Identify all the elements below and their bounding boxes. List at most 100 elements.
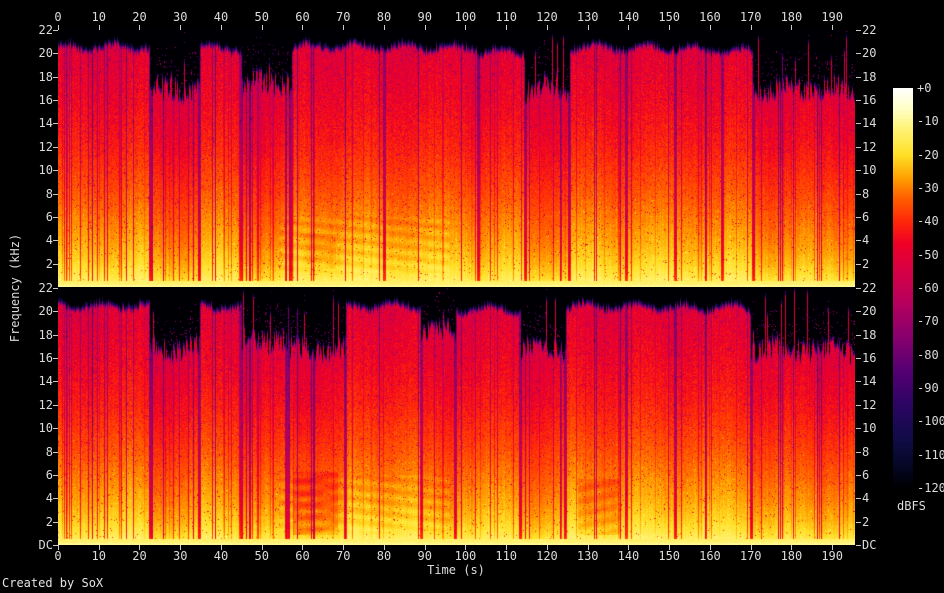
time-tick-mark xyxy=(506,545,508,550)
time-tick-mark xyxy=(546,545,548,550)
time-tick-label: 80 xyxy=(376,549,392,563)
freq-tick-label: 10 xyxy=(38,163,53,178)
freq-tick-label: 12 xyxy=(38,139,53,154)
freq-tick-mark xyxy=(53,76,58,78)
freq-tick-label: 2 xyxy=(862,514,870,529)
time-tick-label: 0 xyxy=(54,10,62,24)
time-tick-label: 170 xyxy=(739,549,762,563)
freq-tick-mark xyxy=(53,451,58,453)
freq-tick-label: 6 xyxy=(45,209,53,224)
freq-tick-mark xyxy=(856,263,861,265)
freq-tick-label: 4 xyxy=(45,491,53,506)
freq-tick-label: 20 xyxy=(862,46,877,61)
time-tick-mark xyxy=(58,545,59,550)
freq-tick-label: 22 xyxy=(862,23,877,37)
freq-tick-mark xyxy=(856,30,861,31)
freq-tick-mark xyxy=(856,498,861,500)
freq-tick-mark xyxy=(856,100,861,102)
freq-tick-mark xyxy=(856,76,861,78)
freq-tick-mark xyxy=(856,53,861,55)
time-tick-label: 70 xyxy=(335,549,351,563)
freq-tick-mark xyxy=(53,428,58,430)
time-tick-label: 190 xyxy=(821,10,844,24)
freq-tick-mark xyxy=(53,521,58,523)
freq-tick-label: 18 xyxy=(862,327,877,342)
time-tick-mark xyxy=(98,545,100,550)
time-tick-label: 150 xyxy=(658,10,681,24)
freq-tick-mark xyxy=(53,288,58,289)
time-tick-mark xyxy=(832,545,834,550)
freq-tick-mark xyxy=(856,358,861,360)
freq-tick-label: 10 xyxy=(38,421,53,436)
frequency-axis-title: Frequency (kHz) xyxy=(8,233,22,343)
time-tick-mark xyxy=(343,25,345,30)
freq-tick-mark xyxy=(856,123,861,125)
freq-tick-label: 16 xyxy=(862,93,877,108)
colorbar-tick-label: -20 xyxy=(917,147,939,162)
time-tick-mark xyxy=(98,25,100,30)
freq-tick-label: 14 xyxy=(38,116,53,131)
time-tick-label: 20 xyxy=(132,549,147,563)
freq-tick-label: 2 xyxy=(862,256,870,271)
time-tick-mark xyxy=(750,25,752,30)
colorbar-tick-label: -100 xyxy=(917,414,944,429)
time-tick-mark xyxy=(669,25,671,30)
freq-tick-mark xyxy=(856,193,861,195)
time-tick-mark xyxy=(506,25,508,30)
time-tick-label: 30 xyxy=(173,10,188,24)
colorbar-gradient xyxy=(893,88,913,488)
time-tick-mark xyxy=(261,25,263,30)
time-tick-label: 90 xyxy=(417,10,432,24)
freq-tick-mark xyxy=(53,30,58,31)
spectrogram-channel-1 xyxy=(58,30,855,287)
time-tick-mark xyxy=(180,545,182,550)
time-tick-label: 100 xyxy=(454,549,477,563)
time-tick-label: 120 xyxy=(536,549,558,563)
time-tick-mark xyxy=(750,545,752,550)
freq-tick-mark xyxy=(856,288,861,289)
time-tick-mark xyxy=(139,545,141,550)
freq-tick-label: 18 xyxy=(38,69,53,84)
freq-tick-mark xyxy=(856,521,861,523)
time-tick-mark xyxy=(383,25,385,30)
time-tick-label: 190 xyxy=(821,549,844,563)
time-tick-mark xyxy=(302,545,304,550)
freq-tick-label: 10 xyxy=(862,421,877,436)
freq-tick-label: 10 xyxy=(862,163,877,178)
time-tick-label: 150 xyxy=(658,549,681,563)
freq-tick-label: DC xyxy=(38,538,53,552)
freq-tick-mark xyxy=(856,334,861,336)
freq-tick-label: 18 xyxy=(38,327,53,342)
time-tick-mark xyxy=(424,25,426,30)
freq-tick-mark xyxy=(53,263,58,265)
time-tick-label: 120 xyxy=(536,10,558,24)
freq-tick-mark xyxy=(53,170,58,172)
freq-tick-label: 16 xyxy=(38,93,53,108)
freq-tick-mark xyxy=(53,240,58,242)
time-tick-mark xyxy=(791,545,793,550)
colorbar-tick-label: -90 xyxy=(917,381,939,395)
freq-tick-mark xyxy=(856,381,861,383)
time-tick-mark xyxy=(587,25,589,30)
time-tick-label: 0 xyxy=(54,549,62,563)
sox-credit: Created by SoX xyxy=(2,576,104,590)
freq-tick-label: 22 xyxy=(862,281,877,295)
time-tick-label: 180 xyxy=(780,549,803,563)
time-tick-mark xyxy=(465,545,467,550)
time-tick-label: 10 xyxy=(91,549,106,563)
freq-tick-mark xyxy=(53,100,58,102)
freq-tick-mark xyxy=(856,451,861,453)
time-tick-label: 50 xyxy=(254,10,269,24)
time-tick-mark xyxy=(791,25,793,30)
freq-tick-label: 16 xyxy=(38,351,53,366)
freq-tick-label: 20 xyxy=(38,304,53,319)
freq-tick-label: 12 xyxy=(38,397,53,412)
freq-tick-mark xyxy=(856,216,861,218)
freq-tick-mark xyxy=(856,428,861,430)
time-tick-mark xyxy=(424,545,426,550)
time-tick-mark xyxy=(628,545,630,550)
freq-tick-label: 14 xyxy=(862,374,877,389)
freq-tick-label: 6 xyxy=(45,467,53,482)
time-tick-label: 30 xyxy=(173,549,188,563)
freq-tick-label: 4 xyxy=(862,491,870,506)
